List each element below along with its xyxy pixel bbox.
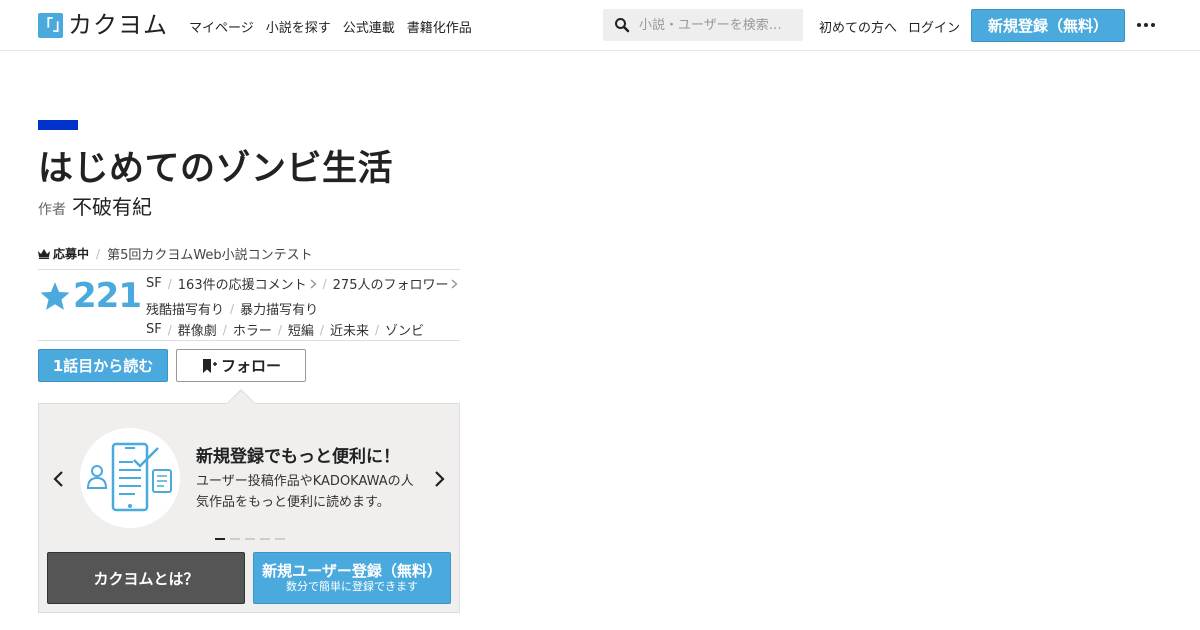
- promo-title: 新規登録でもっと便利に！: [196, 447, 400, 467]
- site-logo[interactable]: 「」 カクヨム: [38, 13, 168, 38]
- carousel-dot[interactable]: [260, 538, 270, 540]
- star-count: 221: [73, 276, 142, 316]
- logo-text: カクヨム: [68, 11, 168, 39]
- author-label: 作者: [38, 202, 66, 218]
- nav-find-novels[interactable]: 小説を探す: [266, 17, 331, 36]
- tag-link[interactable]: ホラー: [233, 320, 272, 339]
- follow-button-label: フォロー: [220, 357, 281, 375]
- search-input[interactable]: [639, 17, 794, 33]
- register-button-label: 新規ユーザー登録（無料）: [262, 562, 442, 580]
- meta-row-warnings: 残酷描写有り / 暴力描写有り: [146, 299, 319, 319]
- warning-violence: 暴力描写有り: [240, 303, 319, 318]
- carousel-dot[interactable]: [245, 538, 255, 540]
- signup-button[interactable]: 新規登録（無料）: [971, 9, 1125, 42]
- tag-link[interactable]: 短編: [288, 320, 314, 339]
- contest-name-link[interactable]: 第5回カクヨムWeb小説コンテスト: [107, 244, 313, 263]
- contest-status: 応募中: [53, 247, 90, 261]
- mobile-reading-illustration: [80, 428, 180, 528]
- login-link[interactable]: ログイン: [908, 17, 960, 36]
- chevron-right-icon: [310, 278, 317, 289]
- followers-link[interactable]: 275人のフォロワー: [333, 274, 449, 293]
- warning-cruelty: 残酷描写有り: [146, 303, 225, 318]
- carousel-dot[interactable]: [230, 538, 240, 540]
- author-line: 作者 不破有紀: [38, 191, 152, 220]
- about-kakuyomu-button[interactable]: カクヨムとは？: [47, 552, 245, 604]
- carousel-dots: [215, 538, 285, 540]
- tag-link[interactable]: 群像劇: [178, 320, 217, 339]
- work-info-panel: 221 SF / 163件の応援コメント / 275人のフォロワー 残酷描写有り…: [38, 269, 460, 341]
- beginners-link[interactable]: 初めての方へ: [819, 17, 897, 36]
- nav-mypage[interactable]: マイページ: [189, 17, 254, 36]
- search-box: [603, 9, 803, 41]
- nav-official-series[interactable]: 公式連載: [343, 17, 395, 36]
- tag-link[interactable]: 近未来: [330, 320, 369, 339]
- author-name[interactable]: 不破有紀: [72, 191, 152, 220]
- promo-body: ユーザー投稿作品やKADOKAWAの人気作品をもっと便利に読めます。: [196, 474, 414, 510]
- site-header: 「」 カクヨム マイページ 小説を探す 公式連載 書籍化作品 初めての方へ ログ…: [0, 0, 1200, 51]
- register-user-button[interactable]: 新規ユーザー登録（無料） 数分で簡単に登録できます: [253, 552, 451, 604]
- genre-link[interactable]: SF: [146, 276, 162, 291]
- carousel-prev-icon[interactable]: [49, 469, 69, 489]
- title-accent-bar: [38, 120, 78, 130]
- work-title[interactable]: はじめてのゾンビ生活: [38, 140, 393, 191]
- star-rating[interactable]: 221: [38, 276, 142, 316]
- register-button-sublabel: 数分で簡単に登録できます: [286, 580, 418, 593]
- tag-link[interactable]: ゾンビ: [385, 320, 424, 339]
- star-icon: [40, 281, 70, 310]
- meta-row-tags: SF / 群像劇 / ホラー / 短編 / 近未来 / ゾンビ: [146, 320, 425, 339]
- read-first-episode-button[interactable]: 1話目から読む: [38, 349, 168, 382]
- carousel-dot[interactable]: [215, 538, 225, 540]
- follow-button[interactable]: フォロー: [176, 349, 306, 382]
- signup-promo-carousel: 新規登録でもっと便利に！ ユーザー投稿作品やKADOKAWAの人気作品をもっと便…: [38, 403, 460, 613]
- crown-icon: [38, 248, 50, 259]
- logo-mark-icon: 「」: [38, 13, 68, 38]
- meta-row-stats: SF / 163件の応援コメント / 275人のフォロワー: [146, 274, 459, 293]
- nav-published-works[interactable]: 書籍化作品: [407, 17, 472, 36]
- more-menu-icon[interactable]: [1134, 14, 1158, 36]
- contest-line: 応募中 / 第5回カクヨムWeb小説コンテスト: [38, 244, 313, 263]
- search-icon[interactable]: [614, 17, 630, 33]
- comments-link[interactable]: 163件の応援コメント: [178, 274, 307, 293]
- tag-link[interactable]: SF: [146, 322, 162, 337]
- chevron-right-icon: [451, 278, 459, 289]
- bookmark-plus-icon: [202, 358, 217, 373]
- carousel-dot[interactable]: [275, 538, 285, 540]
- carousel-next-icon[interactable]: [429, 469, 449, 489]
- main-nav: マイページ 小説を探す 公式連載 書籍化作品: [189, 17, 472, 36]
